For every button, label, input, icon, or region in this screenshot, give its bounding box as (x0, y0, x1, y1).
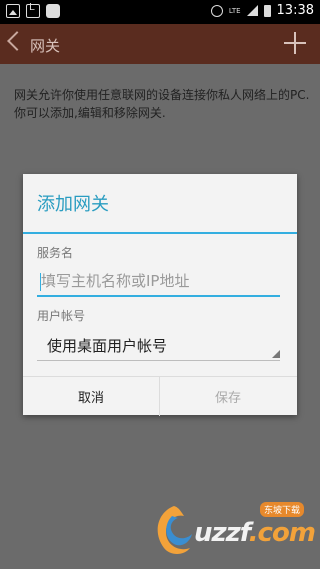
status-bar: LTE 13:38 (0, 0, 320, 24)
add-gateway-dialog: 添加网关 服务名 用户帐号 使用桌面用户帐号 取消 保存 (23, 174, 297, 416)
user-account-label: 用户帐号 (37, 309, 86, 323)
dialog-button-row: 取消 保存 (23, 376, 297, 416)
watermark-swirl-icon (157, 506, 192, 554)
status-bar-system: LTE 13:38 (210, 3, 314, 18)
server-name-input[interactable] (37, 272, 284, 290)
app-bar: 网关 (0, 24, 320, 64)
dropdown-arrow-icon (272, 350, 280, 358)
clock: 13:38 (276, 3, 314, 18)
call-icon (26, 2, 40, 18)
server-name-label: 服务名 (37, 246, 74, 260)
user-account-value: 使用桌面用户帐号 (47, 337, 168, 355)
cancel-button[interactable]: 取消 (23, 377, 160, 416)
signal-icon (246, 5, 258, 16)
chevron-left-icon[interactable] (7, 31, 27, 51)
server-name-field[interactable] (37, 271, 284, 297)
gateway-description: 网关允许你使用任意联网的设备连接你私人网络上的PC.你可以添加,编辑和移除网关. (14, 88, 310, 120)
plus-icon[interactable] (284, 32, 306, 54)
cat-icon (46, 4, 60, 18)
watermark-tag: 东坡下载 (260, 502, 305, 517)
dialog-title-divider (23, 232, 297, 234)
image-icon (6, 4, 20, 18)
page-title: 网关 (30, 37, 61, 55)
status-bar-notifications (6, 2, 60, 18)
user-account-select[interactable]: 使用桌面用户帐号 (37, 333, 280, 361)
lte-indicator: LTE (228, 6, 241, 15)
save-button[interactable]: 保存 (160, 377, 296, 416)
watermark-text: uzzf.com (194, 518, 316, 548)
alarm-icon (210, 4, 223, 17)
text-cursor (40, 273, 41, 291)
dialog-title: 添加网关 (37, 194, 109, 215)
watermark-logo: uzzf.com 东坡下载 (150, 500, 316, 560)
battery-icon (263, 4, 271, 17)
